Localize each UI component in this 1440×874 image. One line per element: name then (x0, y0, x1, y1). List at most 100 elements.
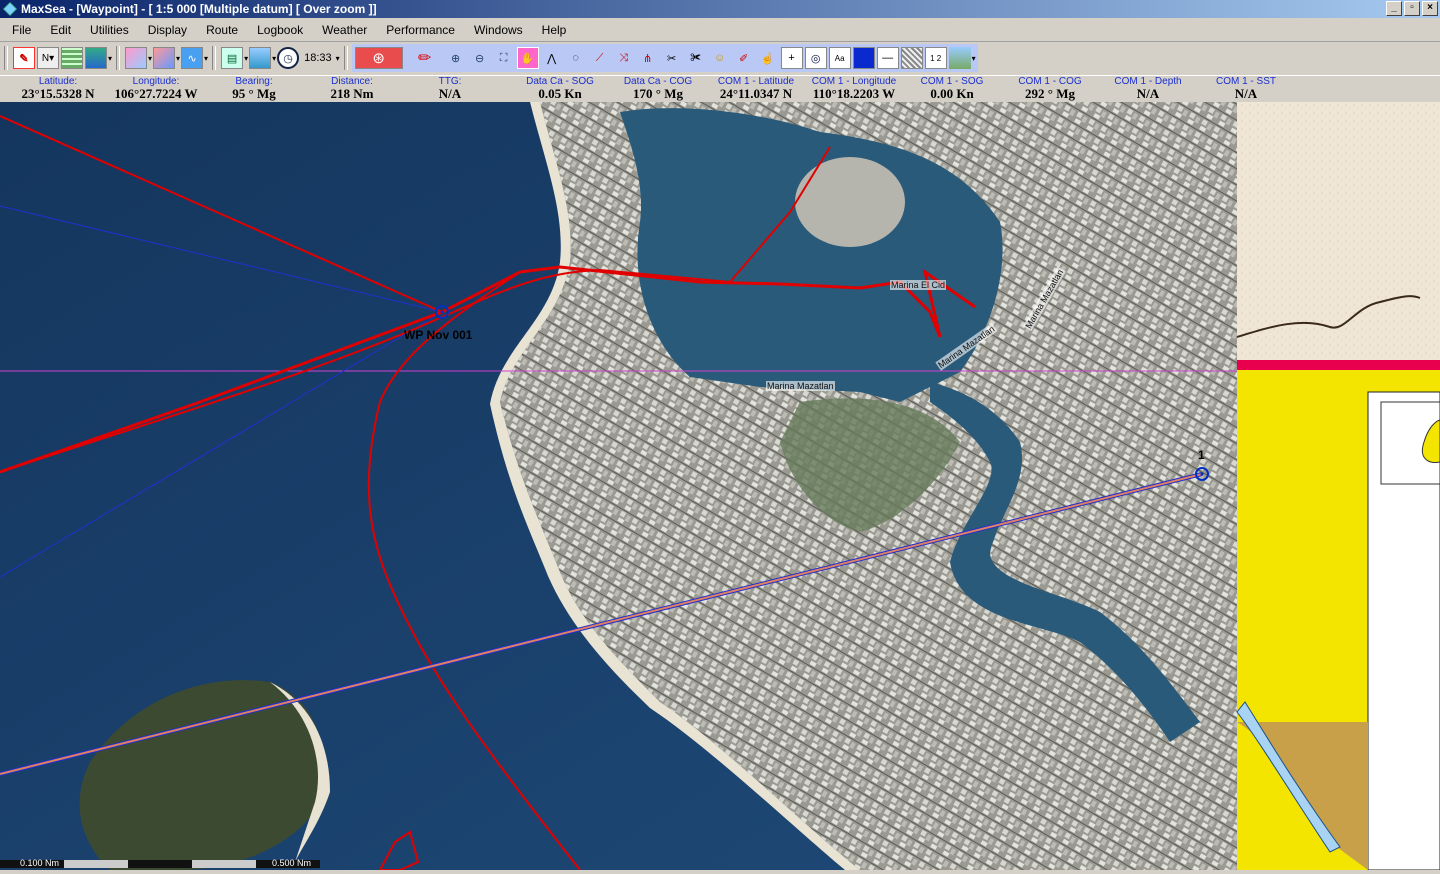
main-toolbar: ✎ N▾ ▾ ▾ ▾ ∿ ▾ ▤ ▾ ▾ ◷ 18:33 ▾ ⊛ ✏ ⊕ ⊖ ⛶… (0, 43, 1440, 73)
chart-layer-dropdown-icon[interactable]: ▾ (108, 45, 112, 71)
route-graph-icon[interactable]: ∿ (181, 47, 204, 69)
route-create-icon[interactable]: ⟋ (589, 47, 611, 69)
maxsea-app-icon (3, 2, 17, 16)
data-ca-sog-field: Data Ca - SOG 0.05 Kn (510, 76, 610, 100)
navigation-tool-group: ⊛ ✏ ⊕ ⊖ ⛶ ✋ ⋀ ◌ ⟋ ⤨ ⋔ ✂ ✀ ☺ ✐ ☝ + ◎ Aa —… (351, 44, 978, 72)
maximize-button[interactable]: ▫ (1404, 1, 1420, 16)
terrain-view-icon[interactable] (948, 47, 971, 69)
clock-icon[interactable]: ◷ (277, 47, 300, 69)
draw-pen-icon[interactable]: ✐ (733, 47, 755, 69)
bearing-field: Bearing: 95 ° Mg (204, 76, 304, 100)
field-value: 110°18.2203 W (812, 86, 896, 101)
zoom-out-icon[interactable]: ⊖ (469, 47, 491, 69)
route-insert-icon[interactable]: ⋔ (637, 47, 659, 69)
window-title: MaxSea - [Waypoint] - [ 1:5 000 [Multipl… (21, 2, 377, 16)
north-up-icon[interactable]: N▾ (37, 47, 59, 69)
data-window-dropdown-icon[interactable]: ▾ (244, 45, 248, 71)
menu-windows[interactable]: Windows (467, 23, 530, 37)
menu-logbook[interactable]: Logbook (250, 23, 310, 37)
text-size-icon[interactable]: Aa (828, 47, 851, 69)
scale-segment-light (64, 860, 128, 868)
marina-island (795, 157, 905, 247)
overlay-dropdown-icon[interactable]: ▾ (148, 45, 152, 71)
com1-cog-field: COM 1 - COG 292 ° Mg (1000, 76, 1100, 100)
close-button[interactable]: × (1422, 1, 1438, 16)
chart-boundary-band (1237, 360, 1440, 370)
com1-latitude-field: COM 1 - Latitude 24°11.0347 N (706, 76, 806, 100)
menu-edit[interactable]: Edit (43, 23, 78, 37)
navigation-data-bar: Latitude: 23°15.5328 N Longitude: 106°27.7… (0, 75, 1440, 103)
route-graph-dropdown-icon[interactable]: ▾ (204, 45, 208, 71)
cut-track-icon[interactable]: ✀ (685, 47, 707, 69)
scale-segment-light (192, 860, 256, 868)
toolbar-grip (4, 46, 8, 70)
longitude-field: Longitude: 106°27.7224 W (106, 76, 206, 100)
field-value: 0.05 Kn (538, 86, 582, 101)
line-style-icon[interactable]: — (876, 47, 899, 69)
weather-icon[interactable] (249, 47, 272, 69)
data-ca-cog-field: Data Ca - COG 170 ° Mg (608, 76, 708, 100)
menu-route[interactable]: Route (199, 23, 245, 37)
menu-utilities[interactable]: Utilities (83, 23, 136, 37)
crosshair-icon[interactable]: + (780, 47, 803, 69)
grid-icon[interactable] (61, 47, 83, 69)
field-value: 170 ° Mg (633, 86, 683, 101)
field-value: 292 ° Mg (1025, 86, 1075, 101)
field-value: 23°15.5328 N (21, 86, 95, 101)
layer-settings-icon[interactable] (153, 47, 176, 69)
latitude-field: Latitude: 23°15.5328 N (8, 76, 108, 100)
menu-performance[interactable]: Performance (379, 23, 462, 37)
minimize-button[interactable]: _ (1386, 1, 1402, 16)
time-display[interactable]: 18:33 (304, 45, 332, 71)
com1-sog-field: COM 1 - SOG 0.00 Kn (902, 76, 1002, 100)
menu-bar: File Edit Utilities Display Route Logboo… (0, 19, 1440, 42)
scale-segment-dark (128, 860, 192, 868)
hand-pointer-icon[interactable]: ☝ (757, 47, 779, 69)
layer-settings-dropdown-icon[interactable]: ▾ (176, 45, 180, 71)
scale-label-right: 0.500 Nm (272, 858, 312, 868)
field-value: 106°27.7224 W (114, 86, 198, 101)
toolbar-separator (343, 46, 348, 70)
hatch-pattern-icon[interactable] (900, 47, 923, 69)
terrain-dropdown-icon[interactable]: ▾ (972, 45, 976, 71)
field-value: 95 ° Mg (232, 86, 276, 101)
route-edit-icon[interactable]: ⤨ (613, 47, 635, 69)
data-window-icon[interactable]: ▤ (221, 47, 244, 69)
annotation-icon[interactable]: ◌ (565, 47, 587, 69)
pan-hand-icon[interactable]: ✋ (516, 47, 539, 69)
time-dropdown-icon[interactable]: ▾ (336, 45, 340, 71)
distance-field: Distance: 218 Nm (302, 76, 402, 100)
field-value: N/A (1234, 86, 1258, 101)
com1-depth-field: COM 1 - Depth N/A (1098, 76, 1198, 100)
toolbar-separator (212, 46, 217, 70)
ttg-field: TTG: N/A (400, 76, 500, 100)
target-circle-icon[interactable]: ◎ (804, 47, 827, 69)
zoom-in-icon[interactable]: ⊕ (445, 47, 467, 69)
menu-file[interactable]: File (5, 23, 38, 37)
waypoint-center-dot (1200, 472, 1204, 476)
field-value: 24°11.0347 N (719, 86, 793, 101)
chart-map-view[interactable]: WP Nov 001 1 Marina Mazatlan Marina Maza… (0, 102, 1440, 870)
overlay-icon[interactable] (125, 47, 148, 69)
weather-dropdown-icon[interactable]: ▾ (272, 45, 276, 71)
menu-help[interactable]: Help (535, 23, 574, 37)
zoom-window-icon[interactable]: ⛶ (493, 47, 515, 69)
street-label-marina-mazatlan: Marina Mazatlan (766, 381, 835, 391)
waypoint-center-dot (440, 310, 444, 314)
waypoint-wp-nov-001-label: WP Nov 001 (404, 328, 473, 342)
numbering-icon[interactable]: 1 2 (924, 47, 947, 69)
chart-layer-icon[interactable] (85, 47, 107, 69)
field-value: 0.00 Kn (930, 86, 974, 101)
menu-weather[interactable]: Weather (315, 23, 374, 37)
map-scale-bar: 0.100 Nm 0.500 Nm (0, 858, 330, 870)
lifebuoy-mob-icon[interactable]: ⊛ (354, 47, 403, 69)
red-marker-icon[interactable]: ✏ (414, 47, 436, 69)
scale-label-left: 0.100 Nm (20, 858, 60, 868)
map-canvas[interactable] (0, 102, 1440, 870)
scissors-icon[interactable]: ✂ (661, 47, 683, 69)
smiley-event-icon[interactable]: ☺ (709, 47, 731, 69)
pencil-tool-icon[interactable]: ✎ (13, 47, 35, 69)
menu-display[interactable]: Display (141, 23, 194, 37)
fill-color-icon[interactable] (852, 47, 875, 69)
compass-divider-icon[interactable]: ⋀ (541, 47, 563, 69)
